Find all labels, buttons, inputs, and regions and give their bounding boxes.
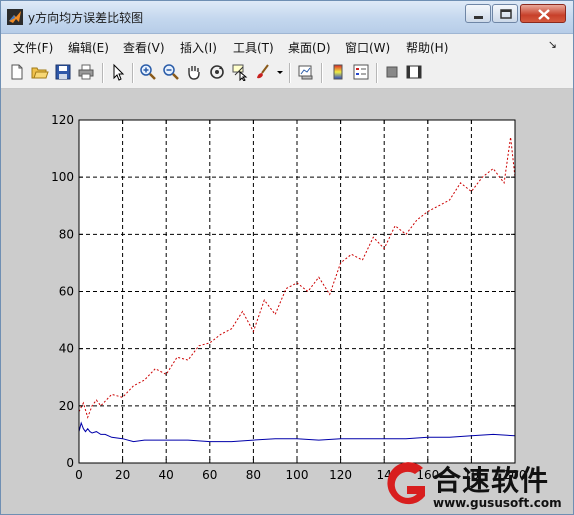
x-tick-label: 60 xyxy=(202,468,217,482)
link-plot-button[interactable] xyxy=(297,63,315,81)
save-button[interactable] xyxy=(54,63,72,81)
new-figure-icon xyxy=(11,64,23,80)
select-arrow-button[interactable] xyxy=(109,63,127,81)
brush-dropdown-button[interactable] xyxy=(276,63,284,81)
zoom-out-icon xyxy=(163,64,179,80)
hide-plot-tools-icon xyxy=(386,66,398,78)
watermark-logo-icon xyxy=(387,462,425,505)
x-tick-label: 0 xyxy=(75,468,83,482)
x-tick-label: 40 xyxy=(159,468,174,482)
dropdown-arrow-icon xyxy=(277,71,283,74)
menu-window[interactable]: 窗口(W) xyxy=(345,39,390,56)
toolbar-separator xyxy=(289,63,291,83)
menu-file[interactable]: 文件(F) xyxy=(13,39,53,56)
figure-canvas: 0 20 40 60 80 100 120 14 160 18 200 0 20 40 60 80 100 120 xyxy=(1,89,573,514)
x-tick-label: 80 xyxy=(246,468,261,482)
brush-icon xyxy=(257,64,269,79)
zoom-in-button[interactable] xyxy=(139,63,157,81)
x-tick-label: 100 xyxy=(286,468,309,482)
toolbar-separator xyxy=(102,63,104,83)
maximize-icon xyxy=(500,9,512,19)
watermark-url: www.gususoft.com xyxy=(433,496,562,510)
show-plot-tools-icon xyxy=(406,65,422,79)
toolbar-separator xyxy=(321,63,323,83)
save-icon xyxy=(55,64,71,80)
y-tick-label: 60 xyxy=(59,285,74,299)
close-button[interactable] xyxy=(520,4,566,23)
y-tick-label: 80 xyxy=(59,227,74,241)
toolbar-separator xyxy=(376,63,378,83)
colorbar-icon xyxy=(333,64,343,80)
toolbar xyxy=(1,58,573,89)
figure-window: y方向均方误差比较图 文件(F) 编辑(E) 查看(V) 插入(I) 工具(T)… xyxy=(0,0,574,515)
menu-bar: 文件(F) 编辑(E) 查看(V) 插入(I) 工具(T) 桌面(D) 窗口(W… xyxy=(1,34,573,58)
matlab-logo-icon xyxy=(7,9,23,25)
watermark: 合速软件 www.gususoft.com xyxy=(373,456,573,514)
y-tick-label: 40 xyxy=(59,342,74,356)
menu-desktop[interactable]: 桌面(D) xyxy=(288,39,331,56)
watermark-name: 合速软件 xyxy=(433,464,550,497)
title-bar[interactable]: y方向均方误差比较图 xyxy=(1,1,573,34)
data-cursor-icon xyxy=(232,64,248,81)
close-icon xyxy=(538,9,550,20)
colorbar-button[interactable] xyxy=(329,63,347,81)
link-plot-icon xyxy=(298,65,313,80)
print-icon xyxy=(78,64,94,80)
menu-view[interactable]: 查看(V) xyxy=(123,39,165,56)
zoom-in-icon xyxy=(140,64,156,80)
hide-plot-tools-button[interactable] xyxy=(383,63,401,81)
rotate-3d-icon xyxy=(210,65,224,79)
rotate-3d-button[interactable] xyxy=(208,63,226,81)
menu-overflow-icon[interactable]: ↘ xyxy=(548,38,557,51)
open-file-icon xyxy=(31,67,49,79)
legend-button[interactable] xyxy=(352,63,370,81)
menu-tools[interactable]: 工具(T) xyxy=(233,39,274,56)
x-tick-label: 120 xyxy=(329,468,352,482)
plot-axes[interactable]: 0 20 40 60 80 100 120 14 160 18 200020406080100120 xyxy=(1,89,573,514)
pan-button[interactable] xyxy=(185,63,203,81)
window-title: y方向均方误差比较图 xyxy=(28,11,144,25)
zoom-out-button[interactable] xyxy=(162,63,180,81)
data-cursor-button[interactable] xyxy=(231,63,249,81)
legend-icon xyxy=(353,64,369,80)
x-tick-label: 20 xyxy=(115,468,130,482)
y-tick-label: 100 xyxy=(51,170,74,184)
show-plot-tools-button[interactable] xyxy=(405,63,423,81)
menu-insert[interactable]: 插入(I) xyxy=(180,39,217,56)
open-file-button[interactable] xyxy=(31,63,49,81)
toolbar-separator xyxy=(132,63,134,83)
new-figure-button[interactable] xyxy=(8,63,26,81)
select-arrow-icon xyxy=(113,63,125,81)
print-button[interactable] xyxy=(77,63,95,81)
maximize-button[interactable] xyxy=(492,4,518,23)
pan-hand-icon xyxy=(188,66,200,80)
minimize-icon xyxy=(474,16,483,19)
y-tick-label: 0 xyxy=(66,456,74,470)
menu-help[interactable]: 帮助(H) xyxy=(406,39,448,56)
brush-button[interactable] xyxy=(254,63,272,81)
y-tick-label: 20 xyxy=(59,399,74,413)
y-tick-label: 120 xyxy=(51,113,74,127)
menu-edit[interactable]: 编辑(E) xyxy=(68,39,109,56)
minimize-button[interactable] xyxy=(465,4,491,23)
